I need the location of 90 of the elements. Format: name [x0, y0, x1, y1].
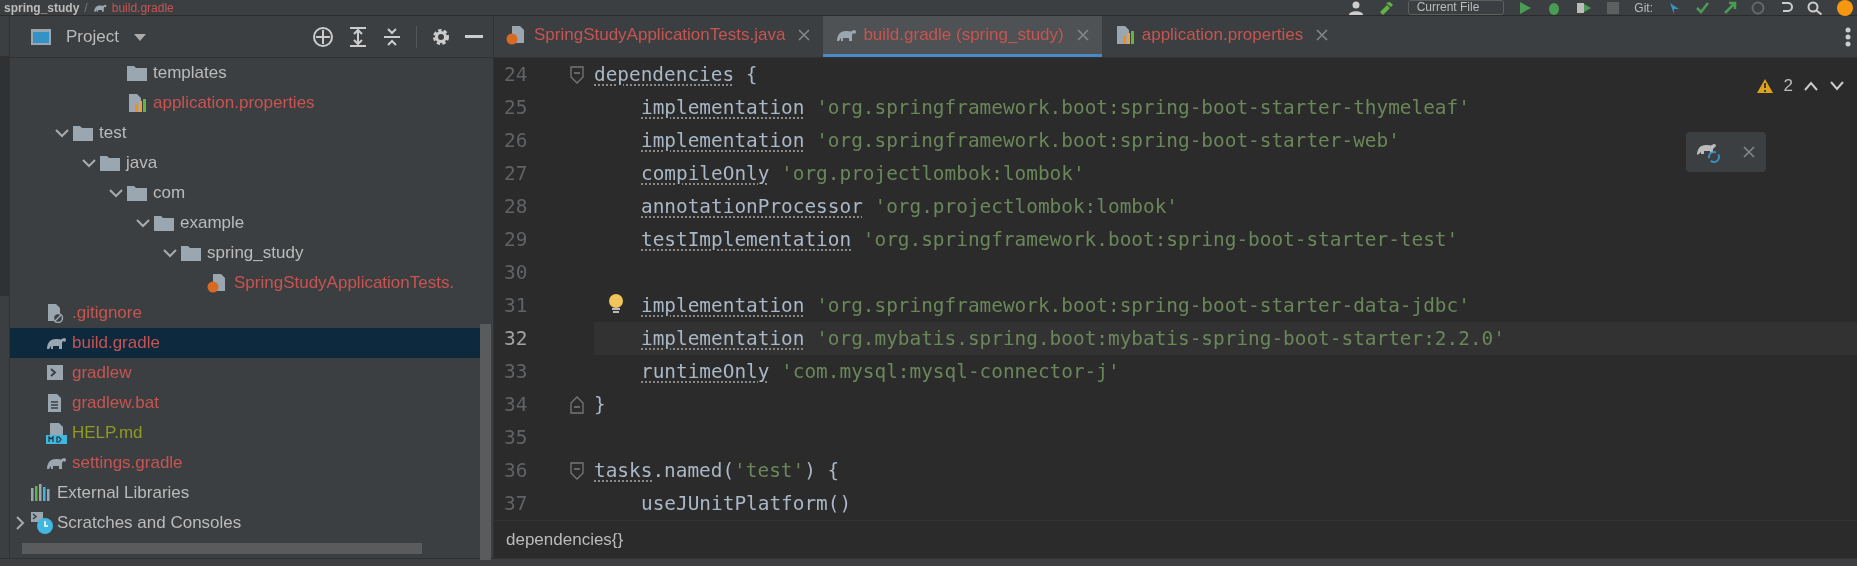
library-bars-icon [30, 484, 50, 502]
line-number: 29 [503, 228, 529, 251]
line-number: 31 [503, 294, 529, 317]
code-line: implementation 'org.springframework.boot:spring-boot-starter-web' [641, 129, 1400, 152]
scratch-clock-icon [30, 511, 54, 535]
horizontal-scrollbar[interactable] [22, 543, 422, 554]
expand-all-icon[interactable] [348, 25, 368, 48]
tree-item[interactable]: spring_study [10, 238, 480, 268]
push-arrow-icon[interactable] [1723, 0, 1737, 15]
line-number: 24 [503, 63, 529, 86]
code-line: dependencies { [594, 63, 758, 86]
chevron-icon[interactable] [52, 126, 72, 140]
tree-item[interactable]: com [10, 178, 480, 208]
user-icon[interactable] [1347, 0, 1364, 15]
chevron-icon[interactable] [79, 156, 99, 170]
properties-file-icon [126, 93, 146, 113]
ignored-file-icon [45, 303, 65, 323]
close-icon[interactable] [797, 28, 812, 42]
chevron-icon[interactable] [160, 246, 180, 260]
line-number: 34 [503, 393, 529, 416]
line-number: 30 [503, 261, 529, 284]
tree-item[interactable]: example [10, 208, 480, 238]
tree-item[interactable]: test [10, 118, 480, 148]
elephant-reload-icon[interactable] [1696, 141, 1722, 163]
undo-icon[interactable] [1779, 0, 1793, 15]
more-options-icon[interactable] [1845, 26, 1851, 47]
line-number: 25 [503, 96, 529, 119]
minimize-icon[interactable] [465, 34, 483, 39]
chevron-icon[interactable] [133, 216, 153, 230]
code-breadcrumb[interactable]: dependencies{} [506, 529, 624, 550]
fold-icon[interactable] [570, 461, 584, 480]
code-line: } [594, 393, 606, 416]
lightbulb-icon[interactable] [608, 294, 624, 316]
dropdown-caret-icon[interactable] [132, 31, 147, 42]
tree-item[interactable]: Scratches and Consoles [10, 508, 480, 538]
fold-icon[interactable] [570, 65, 584, 84]
code-line: runtimeOnly 'com.mysql:mysql-connector-j' [641, 360, 1120, 383]
warning-icon[interactable] [1755, 78, 1774, 94]
update-badge-icon[interactable] [1837, 0, 1853, 16]
line-number: 32 [503, 327, 529, 350]
code-line: testImplementation 'org.springframework.boot:spring-boot-starter-test' [641, 228, 1459, 251]
chevron-up-icon[interactable] [1803, 80, 1819, 92]
java-file-icon [207, 273, 227, 293]
code-line: implementation 'org.springframework.boot:spring-boot-starter-data-jdbc' [641, 294, 1470, 317]
breadcrumb[interactable]: spring_study [4, 0, 80, 15]
folder-icon [153, 214, 175, 232]
folder-icon [180, 244, 202, 262]
folder-icon [72, 124, 94, 142]
line-number: 26 [503, 129, 529, 152]
code-line: compileOnly 'org.projectlombok:lombok' [641, 162, 1085, 185]
java-file-icon [506, 25, 526, 45]
tree-item[interactable]: java [10, 148, 480, 178]
code-line: useJUnitPlatform() [641, 492, 852, 515]
chevron-down-icon[interactable] [1829, 80, 1845, 92]
line-number: 28 [503, 195, 529, 218]
line-number: 35 [503, 426, 529, 449]
git-label: Git: [1634, 0, 1653, 15]
tree-item[interactable]: build.gradle [10, 328, 480, 358]
check-icon[interactable] [1695, 0, 1709, 15]
line-number: 36 [503, 459, 529, 482]
chevron-icon[interactable] [106, 186, 126, 200]
warning-count[interactable]: 2 [1783, 76, 1793, 96]
code-line: annotationProcessor 'org.projectlombok:lombok' [641, 195, 1178, 218]
settings-icon[interactable] [431, 26, 451, 47]
fold-icon[interactable] [570, 395, 584, 414]
folder-icon [126, 64, 148, 82]
panel-window-icon [30, 27, 52, 46]
line-number: 27 [503, 162, 529, 185]
folder-icon [126, 184, 148, 202]
close-icon[interactable] [1315, 28, 1330, 42]
markdown-file-icon [45, 422, 67, 444]
vertical-scrollbar[interactable] [480, 324, 491, 560]
tree-item[interactable]: HELP.md [10, 418, 480, 448]
crosshair-icon[interactable] [312, 25, 334, 48]
tree-item[interactable]: External Libraries [10, 478, 480, 508]
folder-icon [99, 154, 121, 172]
code-line: implementation 'org.springframework.boot:spring-boot-starter-thymeleaf' [641, 96, 1470, 119]
code-line: tasks.named('test') { [594, 459, 840, 482]
search-icon[interactable] [1807, 0, 1823, 15]
path-separator: / [84, 0, 88, 15]
panel-title: Project [66, 26, 119, 47]
run-configuration-dropdown[interactable]: Current File [1407, 0, 1505, 15]
line-number: 33 [503, 360, 529, 383]
coverage-icon[interactable] [1576, 0, 1593, 15]
close-icon[interactable] [1742, 145, 1756, 159]
line-number: 37 [503, 492, 529, 515]
terminal-file-icon [45, 363, 65, 383]
code-line: implementation 'org.mybatis.spring.boot:mybatis-spring-boot-starter:2.2.0' [641, 327, 1505, 350]
collapse-all-icon[interactable] [382, 25, 402, 48]
tree-item[interactable]: templates [10, 58, 480, 88]
